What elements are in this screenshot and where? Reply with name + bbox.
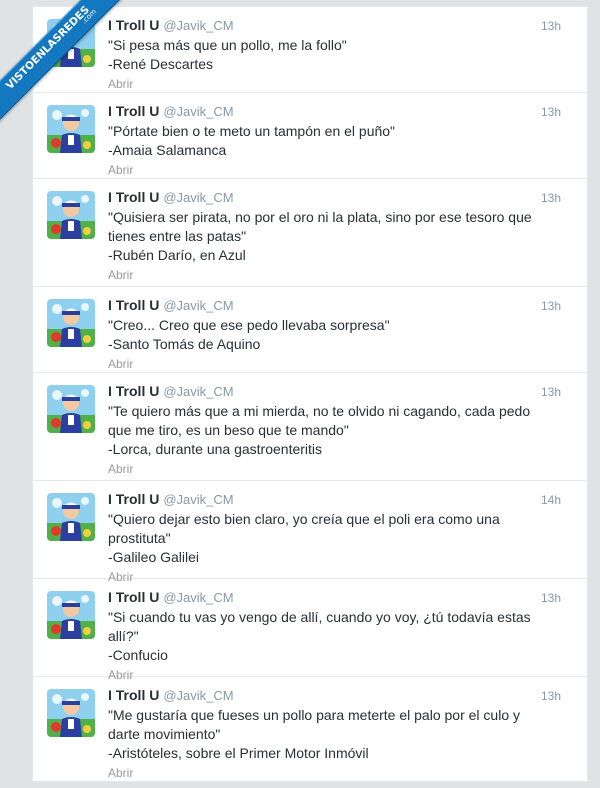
avatar-image-icon (47, 689, 95, 737)
tweet-timestamp[interactable]: 13h (541, 105, 561, 119)
tweet-header: I Troll U @Javik_CM (108, 491, 234, 507)
avatar-image-icon (47, 591, 95, 639)
tweet-text-line: "Creo... Creo que ese pedo llevaba sorpr… (108, 317, 390, 333)
tweet-username[interactable]: @Javik_CM (163, 298, 233, 313)
avatar-image-icon (47, 385, 95, 433)
tweet-text: "Pórtate bien o te meto un tampón en el … (108, 122, 568, 160)
tweet-username[interactable]: @Javik_CM (163, 190, 233, 205)
tweet-text-line: "Pórtate bien o te meto un tampón en el … (108, 123, 396, 139)
open-link[interactable]: Abrir (108, 766, 133, 780)
open-link[interactable]: Abrir (108, 268, 133, 282)
tweet-header: I Troll U @Javik_CM (108, 297, 234, 313)
tweet-timestamp[interactable]: 13h (541, 385, 561, 399)
tweet-text-line: "Te quiero más que a mi mierda, no te ol… (108, 403, 531, 419)
avatar[interactable] (47, 493, 95, 541)
tweet-fullname[interactable]: I Troll U (108, 491, 159, 507)
tweet-username[interactable]: @Javik_CM (163, 492, 233, 507)
tweet-username[interactable]: @Javik_CM (163, 590, 233, 605)
tweet-username[interactable]: @Javik_CM (163, 688, 233, 703)
watermark-banner: VISTOENLASREDES .com (0, 0, 131, 131)
tweet-text-line: -Rubén Darío, en Azul (108, 247, 246, 263)
tweet-header: I Troll U @Javik_CM (108, 189, 234, 205)
avatar[interactable] (47, 385, 95, 433)
watermark-text: VISTOENLASREDES (3, 3, 92, 92)
tweet-text-line: -Confucio (108, 647, 168, 663)
watermark-ribbon: VISTOENLASREDES .com (0, 0, 140, 140)
avatar[interactable] (47, 191, 95, 239)
tweet-username[interactable]: @Javik_CM (163, 104, 233, 119)
tweet-text-line: allí?" (108, 628, 139, 644)
tweet-text: "Me gustaría que fueses un pollo para me… (108, 706, 568, 763)
tweet-fullname[interactable]: I Troll U (108, 383, 159, 399)
open-link[interactable]: Abrir (108, 163, 133, 177)
tweet-fullname[interactable]: I Troll U (108, 189, 159, 205)
tweet-text: "Creo... Creo que ese pedo llevaba sorpr… (108, 316, 568, 354)
tweet-text-line: -Santo Tomás de Aquino (108, 336, 261, 352)
tweet-fullname[interactable]: I Troll U (108, 687, 159, 703)
tweet-text-line: "Quisiera ser pirata, no por el oro ni l… (108, 209, 532, 225)
tweet-timestamp[interactable]: 13h (541, 299, 561, 313)
tweet-text-line: -Galileo Galilei (108, 549, 200, 565)
tweet-text: "Si pesa más que un pollo, me la follo" -… (108, 36, 568, 74)
tweet-header: I Troll U @Javik_CM (108, 589, 234, 605)
open-link[interactable]: Abrir (108, 462, 133, 476)
tweet-timestamp[interactable]: 13h (541, 191, 561, 205)
tweet-timestamp[interactable]: 13h (541, 19, 561, 33)
tweet[interactable]: I Troll U @Javik_CM 13h "Si cuando tu vas… (33, 579, 587, 682)
tweet-header: I Troll U @Javik_CM (108, 383, 234, 399)
tweet-fullname[interactable]: I Troll U (108, 589, 159, 605)
avatar[interactable] (47, 591, 95, 639)
tweet-text: "Quiero dejar esto bien claro, yo creía … (108, 510, 568, 567)
tweet-text-line: "Quiero dejar esto bien claro, yo creía … (108, 511, 500, 527)
tweet[interactable]: I Troll U @Javik_CM 14h "Quiero dejar est… (33, 481, 587, 584)
avatar-image-icon (47, 191, 95, 239)
tweet-text-line: -René Descartes (108, 56, 214, 72)
tweet-header: I Troll U @Javik_CM (108, 687, 234, 703)
open-link[interactable]: Abrir (108, 357, 133, 371)
tweet-text: "Si cuando tu vas yo vengo de allí, cuan… (108, 608, 568, 665)
tweet-username[interactable]: @Javik_CM (163, 384, 233, 399)
avatar[interactable] (47, 299, 95, 347)
tweet[interactable]: I Troll U @Javik_CM 13h "Te quiero más qu… (33, 373, 587, 481)
tweet[interactable]: I Troll U @Javik_CM 13h "Quisiera ser pir… (33, 179, 587, 287)
tweet-fullname[interactable]: I Troll U (108, 297, 159, 313)
tweet-username[interactable]: @Javik_CM (163, 18, 233, 33)
tweet-text-line: tienes entre las patas" (108, 228, 247, 244)
tweet-text-line: "Si cuando tu vas yo vengo de allí, cuan… (108, 609, 531, 625)
tweet-timestamp[interactable]: 13h (541, 689, 561, 703)
tweet-text-line: prostituta" (108, 530, 171, 546)
tweet-text-line: -Aristóteles, sobre el Primer Motor Inmó… (108, 745, 369, 761)
tweet-text-line: que me tiro, es un beso que te mando" (108, 422, 349, 438)
tweet[interactable]: I Troll U @Javik_CM 13h "Me gustaría que … (33, 677, 587, 781)
tweet-timestamp[interactable]: 13h (541, 591, 561, 605)
tweet-text-line: "Me gustaría que fueses un pollo para me… (108, 707, 520, 723)
avatar-image-icon (47, 493, 95, 541)
tweet-timestamp[interactable]: 14h (541, 493, 561, 507)
tweet-text-line: -Lorca, durante una gastroenteritis (108, 441, 323, 457)
tweet-text-line: "Si pesa más que un pollo, me la follo" (108, 37, 347, 53)
avatar[interactable] (47, 689, 95, 737)
tweet-text: "Quisiera ser pirata, no por el oro ni l… (108, 208, 568, 265)
avatar-image-icon (47, 299, 95, 347)
tweet-text: "Te quiero más que a mi mierda, no te ol… (108, 402, 568, 459)
tweet-text-line: darte movimiento" (108, 726, 221, 742)
tweet-text-line: -Amaia Salamanca (108, 142, 227, 158)
tweet[interactable]: I Troll U @Javik_CM 13h "Creo... Creo que… (33, 287, 587, 373)
